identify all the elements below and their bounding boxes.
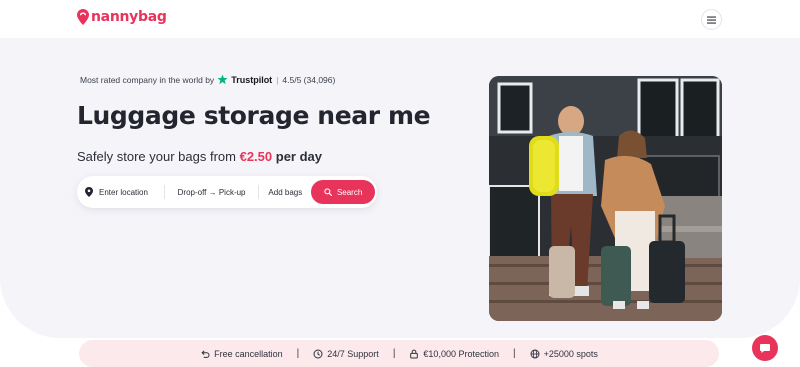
- menu-button[interactable]: [701, 9, 722, 30]
- price-subtitle: Safely store your bags from €2.50 per da…: [77, 149, 322, 164]
- chat-icon: [760, 344, 770, 353]
- feature-label: 24/7 Support: [327, 348, 379, 359]
- feature-label: Free cancellation: [214, 348, 283, 359]
- location-label: Enter location: [99, 187, 148, 197]
- logo-pin-icon: [77, 9, 89, 25]
- feature-support: 24/7 Support: [313, 349, 379, 359]
- feature-label: +25000 spots: [543, 348, 598, 359]
- feature-separator: |: [392, 348, 396, 359]
- hero-photo-travelers: [489, 76, 722, 321]
- feature-separator: |: [296, 348, 300, 359]
- dates-field[interactable]: Drop-off → Pick-up: [165, 188, 259, 197]
- location-pin-icon: [85, 187, 93, 197]
- subtitle-prefix: Safely store your bags from: [77, 149, 236, 164]
- trustpilot-rating[interactable]: Most rated company in the world by Trust…: [80, 74, 335, 85]
- clock-icon: [313, 348, 323, 359]
- feature-spots: +25000 spots: [530, 349, 598, 359]
- brand-logo[interactable]: nannybag: [77, 9, 167, 25]
- subtitle-suffix: per day: [275, 149, 323, 164]
- trust-separator: |: [276, 74, 279, 85]
- feature-label: €10,000 Protection: [423, 348, 499, 359]
- hamburger-icon: [707, 16, 716, 24]
- chat-button[interactable]: [752, 335, 778, 361]
- subtitle-price: €2.50: [239, 149, 273, 164]
- top-navigation: nannybag: [0, 0, 800, 38]
- hero-illustration: [489, 76, 722, 321]
- features-strip: Free cancellation | 24/7 Support | €10,0…: [79, 340, 719, 367]
- trust-prefix: Most rated company in the world by: [80, 74, 215, 85]
- globe-icon: [530, 349, 540, 358]
- search-button-label: Search: [336, 187, 363, 197]
- search-bar: Enter location Drop-off → Pick-up Add ba…: [77, 176, 377, 208]
- feature-free-cancellation: Free cancellation: [200, 349, 283, 359]
- page-title: Luggage storage near me: [77, 101, 431, 130]
- feature-separator: |: [512, 348, 516, 359]
- search-icon: [324, 188, 332, 196]
- lock-icon: [410, 349, 419, 358]
- trustpilot-star-icon: [217, 74, 228, 85]
- search-button[interactable]: Search: [311, 180, 376, 204]
- undo-icon: [201, 349, 210, 358]
- trustpilot-name: Trustpilot: [231, 74, 273, 85]
- location-field[interactable]: Enter location: [77, 187, 164, 197]
- bags-field[interactable]: Add bags: [259, 188, 311, 197]
- feature-protection: €10,000 Protection: [409, 349, 499, 359]
- trust-rating: 4.5/5 (34,096): [282, 74, 336, 85]
- logo-text: nannybag: [91, 9, 167, 25]
